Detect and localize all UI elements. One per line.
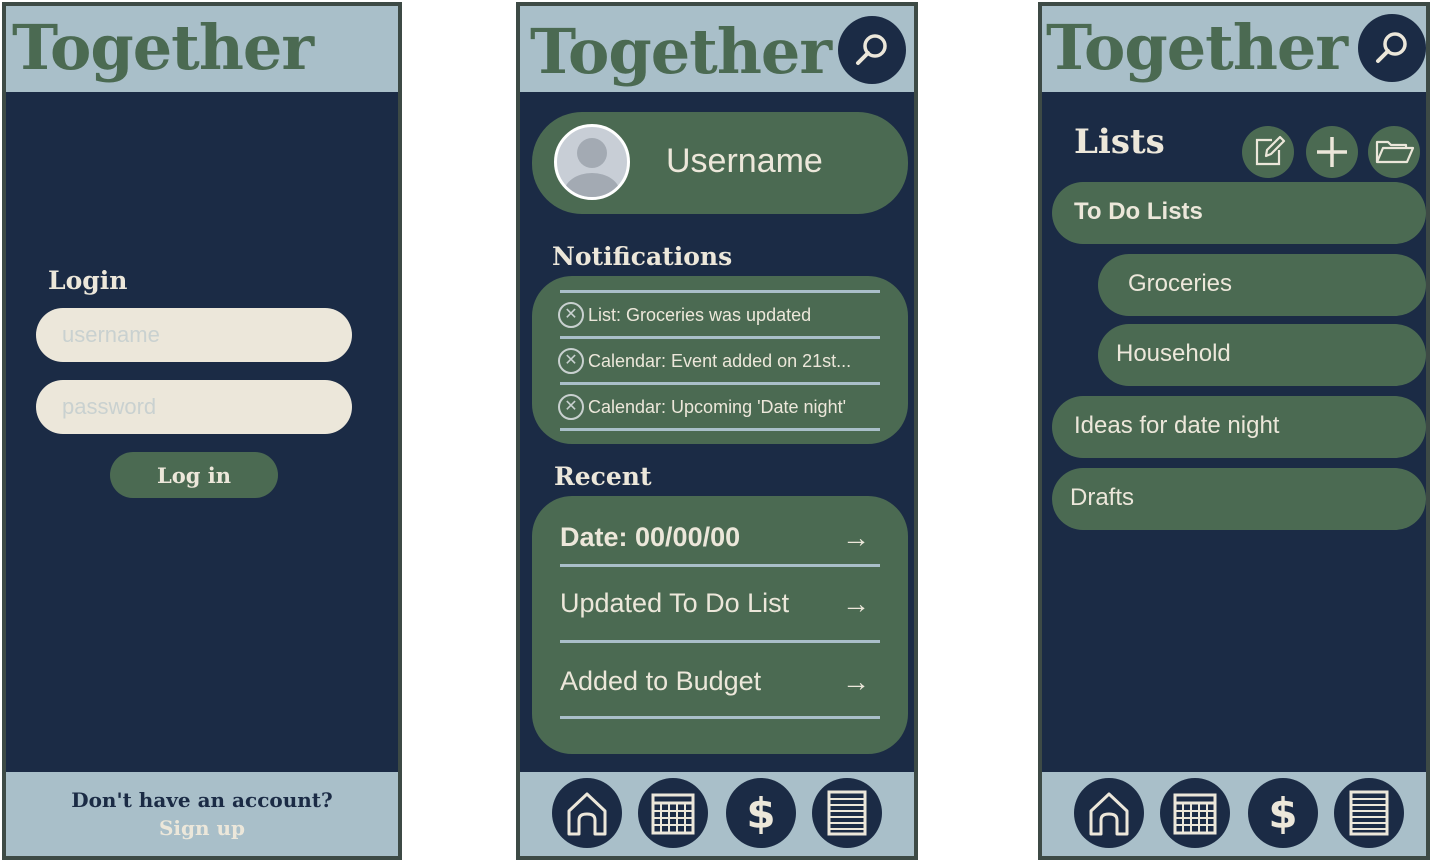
notifications-panel: ✕ List: Groceries was updated ✕ Calendar… bbox=[532, 276, 908, 444]
nav-home-button[interactable] bbox=[552, 778, 622, 848]
username-field[interactable] bbox=[36, 308, 352, 362]
app-header: Together bbox=[6, 6, 398, 92]
signup-footer: Don't have an account? Sign up bbox=[6, 772, 398, 856]
divider bbox=[560, 382, 880, 385]
budget-icon: $ bbox=[1268, 789, 1297, 838]
recent-item[interactable]: Date: 00/00/00 → bbox=[560, 516, 880, 560]
password-field[interactable] bbox=[36, 380, 352, 434]
search-icon bbox=[1376, 32, 1407, 63]
list-icon bbox=[1349, 790, 1389, 836]
notification-item[interactable]: ✕ Calendar: Upcoming 'Date night' bbox=[558, 392, 846, 422]
arrow-right-icon: → bbox=[842, 588, 870, 619]
list-item-label: Ideas for date night bbox=[1074, 412, 1280, 439]
nav-budget-button[interactable]: $ bbox=[1248, 778, 1318, 848]
nav-budget-button[interactable]: $ bbox=[726, 778, 796, 848]
search-icon bbox=[856, 34, 887, 65]
lists-title: Lists bbox=[1074, 122, 1165, 162]
nav-home-button[interactable] bbox=[1074, 778, 1144, 848]
list-item-label: Household bbox=[1116, 340, 1231, 367]
arrow-right-icon: → bbox=[842, 666, 870, 697]
login-screen: Together Login Log in Don't have an acco… bbox=[2, 2, 402, 860]
recent-item-label: Added to Budget bbox=[560, 666, 762, 696]
divider bbox=[560, 428, 880, 431]
close-circle-icon[interactable]: ✕ bbox=[558, 302, 584, 328]
calendar-icon bbox=[1173, 793, 1217, 835]
login-button[interactable]: Log in bbox=[110, 452, 278, 498]
list-item-ideas-for-date-night[interactable]: Ideas for date night bbox=[1052, 396, 1426, 458]
notification-text: List: Groceries was updated bbox=[588, 304, 812, 325]
recent-title: Recent bbox=[554, 462, 652, 491]
notification-text: Calendar: Upcoming 'Date night' bbox=[588, 396, 847, 417]
nav-calendar-button[interactable] bbox=[1160, 778, 1230, 848]
divider bbox=[560, 716, 880, 719]
lists-screen: Together Lists To Do Lists Groceries Hou… bbox=[1038, 2, 1430, 860]
open-folder-button[interactable] bbox=[1368, 126, 1420, 178]
divider bbox=[560, 640, 880, 643]
nav-calendar-button[interactable] bbox=[638, 778, 708, 848]
signup-link[interactable]: Sign up bbox=[159, 816, 245, 840]
notifications-title: Notifications bbox=[552, 242, 733, 271]
app-logo: Together bbox=[1046, 11, 1348, 84]
home-icon bbox=[567, 792, 607, 836]
username-label: Username bbox=[666, 142, 823, 180]
arrow-right-icon: → bbox=[842, 522, 870, 553]
list-item-label: Drafts bbox=[1070, 484, 1135, 511]
divider bbox=[560, 564, 880, 567]
divider bbox=[560, 336, 880, 339]
notification-item[interactable]: ✕ List: Groceries was updated bbox=[558, 300, 811, 330]
app-header: Together bbox=[520, 6, 914, 92]
home-screen: Together Username Notifications ✕ List: … bbox=[516, 2, 918, 860]
divider bbox=[560, 290, 880, 293]
svg-text:$: $ bbox=[1268, 789, 1297, 838]
recent-item[interactable]: Updated To Do List → bbox=[560, 582, 880, 626]
list-icon bbox=[827, 790, 867, 836]
list-item-household[interactable]: Household bbox=[1098, 324, 1426, 386]
app-logo: Together bbox=[530, 15, 832, 88]
recent-item-label: Updated To Do List bbox=[560, 588, 790, 618]
bottom-nav: $ bbox=[520, 772, 914, 856]
app-logo: Together bbox=[12, 11, 314, 84]
folder-icon bbox=[1375, 140, 1415, 164]
login-title: Login bbox=[48, 266, 128, 295]
calendar-icon bbox=[651, 793, 695, 835]
list-item-groceries[interactable]: Groceries bbox=[1098, 254, 1426, 316]
recent-item-label: Date: 00/00/00 bbox=[560, 522, 741, 552]
home-icon bbox=[1089, 792, 1129, 836]
profile-card[interactable]: Username bbox=[532, 112, 908, 214]
list-item-label: Groceries bbox=[1128, 270, 1233, 297]
svg-text:$: $ bbox=[746, 789, 775, 838]
avatar bbox=[554, 124, 630, 200]
plus-icon bbox=[1317, 137, 1347, 167]
bottom-nav: $ bbox=[1042, 772, 1426, 856]
list-item-drafts[interactable]: Drafts bbox=[1052, 468, 1426, 530]
edit-list-button[interactable] bbox=[1242, 126, 1294, 178]
recent-item[interactable]: Added to Budget → bbox=[560, 660, 880, 704]
signup-prompt: Don't have an account? bbox=[71, 788, 333, 812]
search-button[interactable] bbox=[838, 16, 906, 84]
user-avatar-icon bbox=[564, 138, 620, 197]
nav-lists-button[interactable] bbox=[812, 778, 882, 848]
notification-item[interactable]: ✕ Calendar: Event added on 21st... bbox=[558, 346, 851, 376]
budget-icon: $ bbox=[746, 789, 775, 838]
edit-icon bbox=[1255, 135, 1286, 166]
close-circle-icon[interactable]: ✕ bbox=[558, 394, 584, 420]
list-item-to-do-lists[interactable]: To Do Lists bbox=[1052, 182, 1426, 244]
close-circle-icon[interactable]: ✕ bbox=[558, 348, 584, 374]
add-list-button[interactable] bbox=[1306, 126, 1358, 178]
nav-lists-button[interactable] bbox=[1334, 778, 1404, 848]
list-item-label: To Do Lists bbox=[1074, 198, 1203, 225]
notification-text: Calendar: Event added on 21st... bbox=[588, 350, 852, 371]
search-button[interactable] bbox=[1358, 14, 1426, 82]
recent-panel: Date: 00/00/00 → Updated To Do List → Ad… bbox=[532, 496, 908, 754]
app-header: Together bbox=[1042, 6, 1426, 92]
